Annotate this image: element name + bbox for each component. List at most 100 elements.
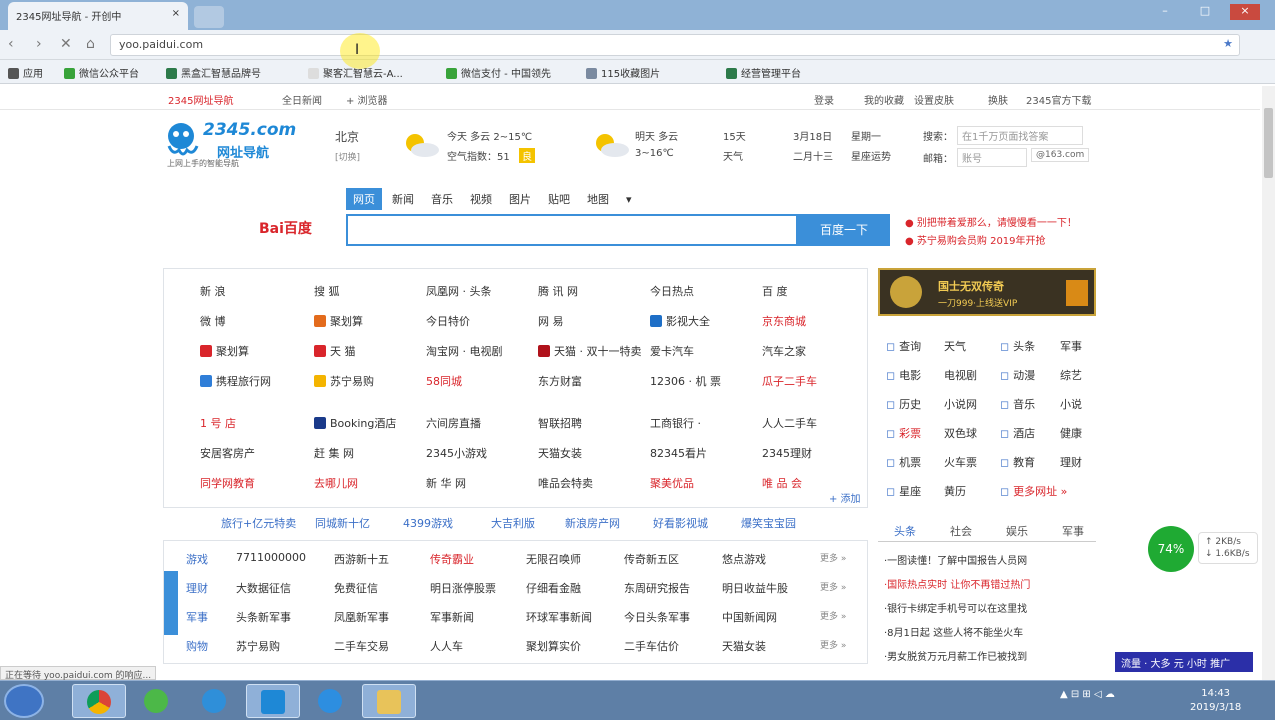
category-item[interactable]: 中国新闻网 [722, 609, 777, 625]
site-link[interactable]: 安居客房产 [200, 445, 255, 461]
category-more-link[interactable]: 更多 » [820, 609, 846, 622]
service-link[interactable]: ◻ 头条 [1000, 338, 1035, 354]
start-button[interactable] [4, 684, 44, 718]
header-search-input[interactable]: 在1千万页面找答案 [957, 126, 1083, 145]
site-link[interactable]: 赶 集 网 [314, 445, 354, 461]
category-link[interactable]: 好看影视城 [653, 515, 708, 531]
category-item[interactable]: 二手车估价 [624, 638, 679, 654]
news-tab[interactable]: 娱乐 [1006, 523, 1028, 539]
category-item[interactable]: 仔细看金融 [526, 580, 581, 596]
category-item[interactable]: 二手车交易 [334, 638, 389, 654]
floating-ad-bar[interactable]: 流量 · 大多 元 小时 推广 [1115, 652, 1253, 672]
news-tab[interactable]: 头条 [894, 523, 916, 539]
service-link[interactable]: 天气 [944, 338, 966, 354]
site-link[interactable]: 2345小游戏 [426, 445, 487, 461]
service-link[interactable]: ◻ 更多网址 » [1000, 483, 1067, 499]
top-link[interactable]: 换肤 [988, 92, 1008, 107]
search-tab-web[interactable]: 网页 [346, 188, 382, 210]
news-headline[interactable]: ·一图读懂！了解中国报告人员网 [884, 552, 1027, 567]
category-link[interactable]: 新浪房产网 [565, 515, 620, 531]
taskbar-chrome[interactable] [72, 684, 126, 718]
taskbar-app[interactable] [130, 684, 184, 718]
address-bar[interactable]: yoo.paidui.com ★ [110, 34, 1240, 56]
site-link[interactable]: 爱卡汽车 [650, 343, 694, 359]
service-link[interactable]: ◻ 酒店 [1000, 425, 1035, 441]
login-link[interactable]: 登录 [814, 92, 834, 107]
category-link[interactable]: 大吉利版 [491, 515, 535, 531]
site-link[interactable]: 1 号 店 [200, 415, 236, 431]
site-link[interactable]: 腾 讯 网 [538, 283, 578, 299]
scrollbar-thumb[interactable] [1264, 108, 1273, 178]
site-link[interactable]: 微 博 [200, 313, 226, 329]
minimize-button[interactable]: – [1150, 4, 1180, 20]
taskbar-clock[interactable]: 14:43 2019/3/18 [1190, 687, 1241, 715]
bookmark-item[interactable]: 黑盒汇智慧品牌号 [166, 65, 261, 80]
site-link[interactable]: 聚划算 [314, 313, 363, 329]
site-link[interactable]: 携程旅行网 [200, 373, 271, 389]
site-link[interactable]: 影视大全 [650, 313, 710, 329]
site-link[interactable]: 天猫 · 双十一特卖 [538, 343, 642, 359]
category-item[interactable]: 东周研究报告 [624, 580, 690, 596]
category-item[interactable]: 7711000000 [236, 551, 306, 564]
service-link[interactable]: 黄历 [944, 483, 966, 499]
bookmark-item[interactable]: 微信公众平台 [64, 65, 139, 80]
new-tab-button[interactable] [194, 6, 224, 28]
site-link[interactable]: 12306 · 机 票 [650, 373, 721, 389]
category-item[interactable]: 大数据征信 [236, 580, 291, 596]
category-heading[interactable]: 游戏 [186, 551, 208, 567]
category-item[interactable]: 传奇新五区 [624, 551, 679, 567]
top-link[interactable]: 2345网址导航 [168, 92, 233, 107]
site-link[interactable]: 同学网教育 [200, 475, 255, 491]
search-tab-music[interactable]: 音乐 [424, 188, 460, 210]
category-item[interactable]: 西游新十五 [334, 551, 389, 567]
news-tab[interactable]: 军事 [1062, 523, 1084, 539]
site-link[interactable]: 天 猫 [314, 343, 356, 359]
site-link[interactable]: 苏宁易购 [314, 373, 374, 389]
service-link[interactable]: ◻ 历史 [886, 396, 921, 412]
category-link[interactable]: 爆笑宝宝园 [741, 515, 796, 531]
site-link[interactable]: 东方财富 [538, 373, 582, 389]
site-link[interactable]: 智联招聘 [538, 415, 582, 431]
category-item[interactable]: 明日收益牛股 [722, 580, 788, 596]
tomorrow-weather[interactable]: 明天 多云 [635, 128, 678, 143]
home-icon[interactable]: ⌂ [86, 36, 95, 52]
game-ad-banner[interactable]: 国士无双传奇 一刀999·上线送VIP [878, 268, 1096, 316]
category-more-link[interactable]: 更多 » [820, 638, 846, 651]
category-item[interactable]: 悠点游戏 [722, 551, 766, 567]
service-link[interactable]: ◻ 彩票 [886, 425, 921, 441]
stop-icon[interactable]: ✕ [60, 36, 72, 52]
browser-tab[interactable]: 2345网址导航 - 开创中 × [8, 2, 188, 30]
category-item[interactable]: 环球军事新闻 [526, 609, 592, 625]
search-tab-map[interactable]: 地图 [580, 188, 616, 210]
site-link[interactable]: 京东商城 [762, 313, 806, 329]
category-item[interactable]: 明日涨停股票 [430, 580, 496, 596]
news-headline[interactable]: ·男女脱贫万元月薪工作已被找到 [884, 648, 1027, 663]
search-tab-images[interactable]: 图片 [502, 188, 538, 210]
site-link[interactable]: 唯品会特卖 [538, 475, 593, 491]
category-item[interactable]: 无限召唤师 [526, 551, 581, 567]
mail-domain-select[interactable]: @163.com [1031, 148, 1090, 162]
bookmark-star-icon[interactable]: ★ [1223, 37, 1233, 50]
search-tab-more[interactable]: ▾ [619, 190, 639, 209]
site-link[interactable]: 凤凰网 · 头条 [426, 283, 492, 299]
category-item[interactable]: 传奇霸业 [430, 551, 474, 567]
search-promo-link[interactable]: ● 苏宁易购会员购 2019年开抢 [905, 232, 1046, 247]
top-link[interactable]: + 浏览器 [346, 92, 388, 107]
taskbar-app[interactable] [246, 684, 300, 718]
service-link[interactable]: ◻ 音乐 [1000, 396, 1035, 412]
search-tab-tieba[interactable]: 贴吧 [541, 188, 577, 210]
taskbar-explorer[interactable] [362, 684, 416, 718]
top-link[interactable]: 设置皮肤 [914, 92, 954, 107]
weather-15-label[interactable]: 天气 [723, 148, 743, 163]
service-link[interactable]: 军事 [1060, 338, 1082, 354]
site-link[interactable]: 聚划算 [200, 343, 249, 359]
service-link[interactable]: ◻ 查询 [886, 338, 921, 354]
site-link[interactable]: 网 易 [538, 313, 564, 329]
news-headline[interactable]: ·银行卡绑定手机号可以在这里找 [884, 600, 1027, 615]
site-link[interactable]: 新 浪 [200, 283, 226, 299]
top-link[interactable]: 2345官方下载 [1026, 92, 1091, 107]
banner-cta-icon[interactable] [1066, 280, 1088, 306]
category-link[interactable]: 同城新十亿 [315, 515, 370, 531]
site-link[interactable]: 唯 品 会 [762, 475, 802, 491]
baidu-logo[interactable]: Bai百度 [259, 218, 312, 238]
